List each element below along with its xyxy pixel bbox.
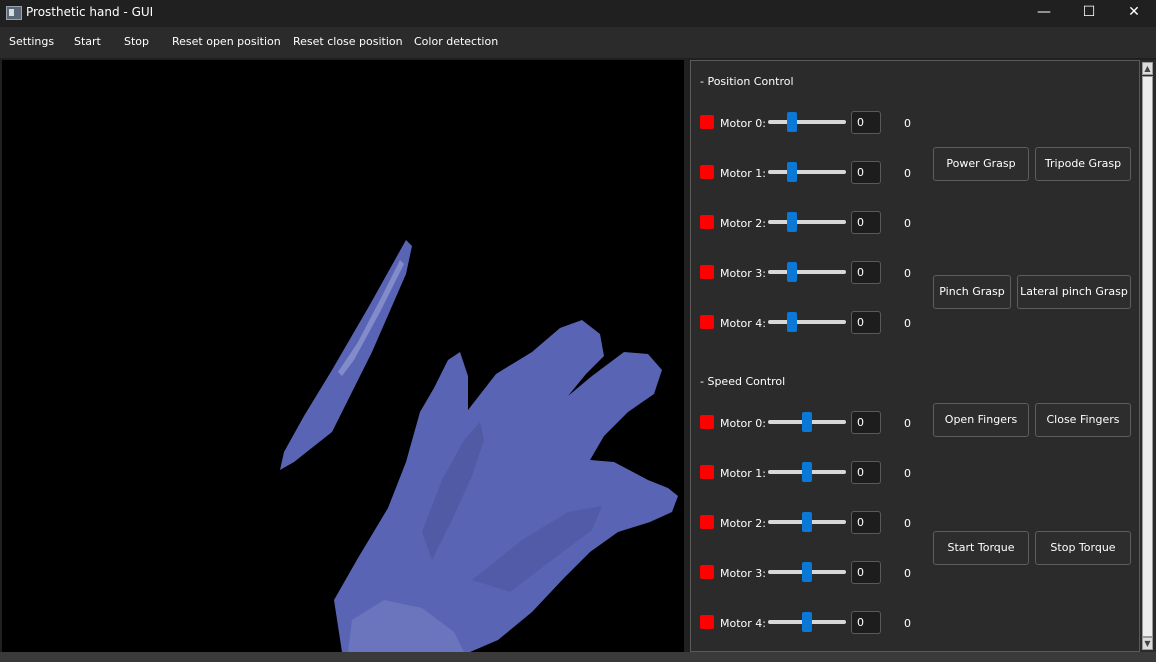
scrollbar-thumb[interactable] [1142,76,1153,637]
menu-start[interactable]: Start [74,35,101,48]
speed-spinbox[interactable]: 0 [851,461,881,484]
slider-handle[interactable] [787,112,797,132]
speed-value-readout: 0 [904,617,911,630]
stop-torque-button[interactable]: Stop Torque [1035,531,1131,565]
menu-settings[interactable]: Settings [9,35,54,48]
position-spinbox[interactable]: 0 [851,211,881,234]
slider-handle[interactable] [787,162,797,182]
speed-slider[interactable] [768,612,846,632]
motor-status-indicator [700,565,714,579]
position-slider[interactable] [768,112,846,132]
position-value-readout: 0 [904,217,911,230]
power-grasp-button[interactable]: Power Grasp [933,147,1029,181]
motor-status-indicator [700,465,714,479]
position-spinbox[interactable]: 0 [851,261,881,284]
position-control-title: - Position Control [700,75,794,88]
menu-stop[interactable]: Stop [124,35,149,48]
motor-label: Motor 4: [720,617,766,630]
speed-slider[interactable] [768,512,846,532]
speed-slider[interactable] [768,562,846,582]
motor-label: Motor 1: [720,467,766,480]
position-spinbox[interactable]: 0 [851,311,881,334]
slider-handle[interactable] [787,212,797,232]
speed-spinbox[interactable]: 0 [851,561,881,584]
scroll-up-icon[interactable]: ▲ [1142,62,1153,75]
speed-spinbox[interactable]: 0 [851,511,881,534]
menu-reset-close-position[interactable]: Reset close position [293,35,403,48]
speed-spinbox[interactable]: 0 [851,411,881,434]
menu-bar: Settings Start Stop Reset open position … [0,27,1156,58]
slider-handle[interactable] [802,512,812,532]
minimize-button[interactable]: — [1021,0,1067,27]
color-detection-mask [280,240,678,652]
position-slider[interactable] [768,312,846,332]
menu-reset-open-position[interactable]: Reset open position [172,35,281,48]
slider-groove [768,220,846,224]
slider-handle[interactable] [802,612,812,632]
slider-handle[interactable] [787,262,797,282]
motor-label: Motor 3: [720,567,766,580]
lateral-pinch-grasp-button[interactable]: Lateral pinch Grasp [1017,275,1131,309]
stick-highlight [338,260,404,376]
slider-handle[interactable] [787,312,797,332]
slider-handle[interactable] [802,562,812,582]
position-spinbox[interactable]: 0 [851,111,881,134]
motor-label: Motor 4: [720,317,766,330]
speed-value-readout: 0 [904,517,911,530]
slider-handle[interactable] [802,412,812,432]
position-slider[interactable] [768,262,846,282]
slider-groove [768,320,846,324]
motor-label: Motor 1: [720,167,766,180]
slider-handle[interactable] [802,462,812,482]
camera-view [2,60,684,652]
speed-slider[interactable] [768,462,846,482]
menu-color-detection[interactable]: Color detection [414,35,498,48]
motor-label: Motor 3: [720,267,766,280]
slider-groove [768,270,846,274]
app-icon [6,6,22,20]
speed-value-readout: 0 [904,417,911,430]
motor-label: Motor 0: [720,417,766,430]
slider-groove [768,120,846,124]
open-fingers-button[interactable]: Open Fingers [933,403,1029,437]
close-button[interactable]: ✕ [1111,0,1156,27]
motor-status-indicator [700,165,714,179]
detected-stick [280,240,412,470]
position-slider[interactable] [768,212,846,232]
title-bar: Prosthetic hand - GUI — ☐ ✕ [0,0,1156,27]
scroll-down-icon[interactable]: ▼ [1142,637,1153,650]
motor-label: Motor 2: [720,217,766,230]
position-value-readout: 0 [904,117,911,130]
tripode-grasp-button[interactable]: Tripode Grasp [1035,147,1131,181]
motor-status-indicator [700,115,714,129]
motor-status-indicator [700,515,714,529]
position-spinbox[interactable]: 0 [851,161,881,184]
motor-status-indicator [700,265,714,279]
speed-control-title: - Speed Control [700,375,786,388]
start-torque-button[interactable]: Start Torque [933,531,1029,565]
motor-status-indicator [700,415,714,429]
position-value-readout: 0 [904,167,911,180]
motor-label: Motor 0: [720,117,766,130]
maximize-button[interactable]: ☐ [1066,0,1112,27]
window-title: Prosthetic hand - GUI [26,5,154,19]
speed-value-readout: 0 [904,567,911,580]
motor-status-indicator [700,315,714,329]
position-value-readout: 0 [904,267,911,280]
status-strip [0,652,1156,662]
close-fingers-button[interactable]: Close Fingers [1035,403,1131,437]
speed-value-readout: 0 [904,467,911,480]
slider-groove [768,170,846,174]
pinch-grasp-button[interactable]: Pinch Grasp [933,275,1011,309]
motor-status-indicator [700,615,714,629]
motor-label: Motor 2: [720,517,766,530]
motor-status-indicator [700,215,714,229]
position-value-readout: 0 [904,317,911,330]
speed-slider[interactable] [768,412,846,432]
speed-spinbox[interactable]: 0 [851,611,881,634]
position-slider[interactable] [768,162,846,182]
